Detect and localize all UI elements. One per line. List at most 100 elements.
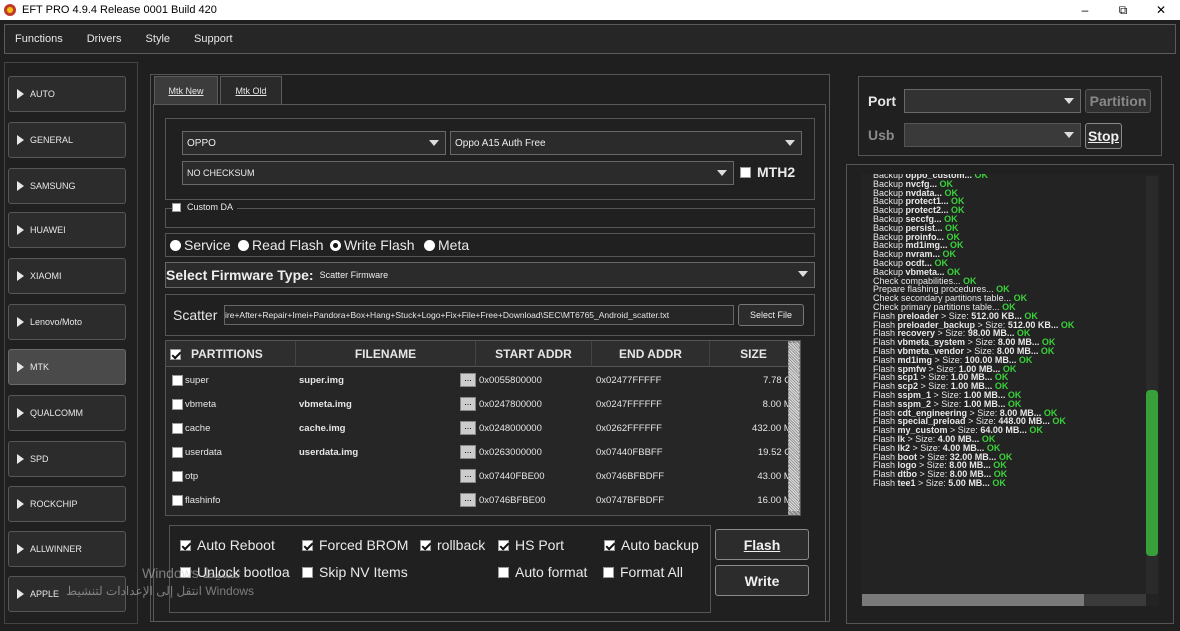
header-filename[interactable]: FILENAME <box>296 341 476 367</box>
mode-service-radio[interactable]: Service <box>170 237 231 253</box>
partition-cell[interactable]: flashinfo <box>172 488 220 512</box>
sidebar-item-xiaomi[interactable]: XIAOMI <box>8 258 126 294</box>
filename-cell: vbmeta.img <box>299 398 352 410</box>
chevron-down-icon <box>792 263 814 285</box>
table-row[interactable]: otp... 0x07440FBE00 0x0746BFBDFF 43.00 MB <box>166 464 800 488</box>
header-end-addr[interactable]: END ADDR <box>592 341 710 367</box>
select-file-button[interactable]: Select File <box>738 304 804 326</box>
start-addr-value: 0x0055800000 <box>479 374 542 386</box>
forced-brom-checkbox[interactable]: Forced BROM <box>302 537 408 553</box>
maximize-button[interactable]: ⧉ <box>1104 0 1142 20</box>
brand-value: OPPO <box>187 137 216 149</box>
checkbox-icon <box>172 202 181 212</box>
tab-mtk-old[interactable]: Mtk Old <box>220 76 282 104</box>
sidebar-item-lenovo-moto[interactable]: Lenovo/Moto <box>8 304 126 340</box>
partition-cell[interactable]: userdata <box>172 440 222 464</box>
sidebar-item-huawei[interactable]: HUAWEI <box>8 212 126 248</box>
checkbox-icon <box>603 566 614 578</box>
row-checkbox[interactable] <box>172 398 183 410</box>
auto-format-checkbox[interactable]: Auto format <box>498 564 587 580</box>
play-icon <box>17 317 24 327</box>
row-checkbox[interactable] <box>172 374 183 386</box>
sidebar-item-general[interactable]: GENERAL <box>8 122 126 158</box>
start-addr-cell: ... 0x0055800000 <box>460 368 542 392</box>
table-row[interactable]: super super.img... 0x0055800000 0x02477FFFF… <box>166 368 800 392</box>
table-row[interactable]: cache cache.img... 0x0248000000 0x0262FFFFF… <box>166 416 800 440</box>
partitions-table: PARTITIONS FILENAME START ADDR END ADDR … <box>165 340 801 516</box>
format-all-checkbox[interactable]: Format All <box>603 564 683 580</box>
row-checkbox[interactable] <box>172 422 183 434</box>
write-button[interactable]: Write <box>715 565 809 596</box>
mode-meta-radio[interactable]: Meta <box>424 237 469 253</box>
start-addr-value: 0x07440FBE00 <box>479 470 545 482</box>
browse-file-button[interactable]: ... <box>460 397 476 411</box>
browse-file-button[interactable]: ... <box>460 373 476 387</box>
menu-style[interactable]: Style <box>146 33 170 45</box>
sidebar-item-spd[interactable]: SPD <box>8 441 126 477</box>
row-checkbox[interactable] <box>172 446 183 458</box>
auto-reboot-checkbox[interactable]: Auto Reboot <box>180 537 275 553</box>
table-row[interactable]: flashinfo... 0x0746BFBE00 0x0747BFBDFF 16.0… <box>166 488 800 512</box>
sidebar-item-qualcomm[interactable]: QUALCOMM <box>8 395 126 431</box>
table-scrollbar[interactable] <box>788 341 800 515</box>
browse-file-button[interactable]: ... <box>460 421 476 435</box>
partition-cell[interactable]: otp <box>172 464 198 488</box>
header-partitions[interactable]: PARTITIONS <box>166 341 296 367</box>
scatter-label: Scatter <box>173 307 218 323</box>
browse-file-button[interactable]: ... <box>460 445 476 459</box>
log-line: Flash tee1 > Size: 5.00 MB... OK <box>873 477 1006 488</box>
scrollbar-thumb[interactable] <box>789 343 799 511</box>
port-select[interactable] <box>904 89 1081 113</box>
skip-nv-checkbox[interactable]: Skip NV Items <box>302 564 408 580</box>
sidebar-item-label: XIAOMI <box>30 271 62 281</box>
header-start-addr[interactable]: START ADDR <box>476 341 592 367</box>
table-row[interactable]: userdata userdata.img... 0x0263000000 0x074… <box>166 440 800 464</box>
firmware-type-select[interactable]: Select Firmware Type: Scatter Firmware <box>165 262 815 288</box>
close-button[interactable]: ✕ <box>1142 0 1180 20</box>
model-select[interactable]: Oppo A15 Auth Free <box>450 131 802 155</box>
row-checkbox[interactable] <box>172 494 183 506</box>
sidebar-item-allwinner[interactable]: ALLWINNER <box>8 531 126 567</box>
scatter-path-field[interactable]: ire+After+Repair+Imei+Pandora+Box+Hang+S… <box>224 305 734 325</box>
brand-select[interactable]: OPPO <box>182 131 446 155</box>
partition-cell[interactable]: vbmeta <box>172 392 216 416</box>
flash-button[interactable]: Flash <box>715 529 809 560</box>
table-row[interactable]: vbmeta vbmeta.img... 0x0247800000 0x0247FFF… <box>166 392 800 416</box>
browse-file-button[interactable]: ... <box>460 493 476 507</box>
tab-mtk-new[interactable]: Mtk New <box>154 76 218 104</box>
partition-name: vbmeta <box>185 398 217 410</box>
log-progress-fill <box>862 594 1084 606</box>
row-checkbox[interactable] <box>172 470 183 482</box>
end-addr-cell: 0x0262FFFFFF <box>596 422 662 434</box>
start-addr-cell: ... 0x0247800000 <box>460 392 542 416</box>
partition-cell[interactable]: super <box>172 368 209 392</box>
partition-button[interactable]: Partition <box>1085 89 1151 113</box>
sidebar-item-rockchip[interactable]: ROCKCHIP <box>8 486 126 522</box>
log-scrollbar[interactable] <box>1146 176 1158 594</box>
usb-select[interactable] <box>904 123 1081 147</box>
partition-cell[interactable]: cache <box>172 416 210 440</box>
auto-backup-checkbox[interactable]: Auto backup <box>604 537 699 553</box>
header-size[interactable]: SIZE <box>710 341 798 367</box>
menu-drivers[interactable]: Drivers <box>87 33 122 45</box>
stop-button[interactable]: Stop <box>1085 123 1122 149</box>
sidebar-item-auto[interactable]: AUTO <box>8 76 126 112</box>
rollback-checkbox[interactable]: rollback <box>420 537 485 553</box>
sidebar-item-mtk[interactable]: MTK <box>8 349 126 385</box>
custom-da-checkbox[interactable]: Custom DA <box>172 202 238 212</box>
chevron-down-icon <box>1058 90 1080 112</box>
sidebar-item-label: MTK <box>30 362 49 372</box>
mode-write-flash-radio[interactable]: Write Flash <box>330 237 415 253</box>
minimize-button[interactable]: – <box>1066 0 1104 20</box>
hs-port-checkbox[interactable]: HS Port <box>498 537 564 553</box>
browse-file-button[interactable]: ... <box>460 469 476 483</box>
mth2-checkbox[interactable]: MTH2 <box>740 164 795 180</box>
menu-support[interactable]: Support <box>194 33 233 45</box>
sidebar-item-samsung[interactable]: SAMSUNG <box>8 168 126 204</box>
log-scrollbar-thumb[interactable] <box>1146 390 1158 556</box>
select-all-checkbox[interactable] <box>170 348 181 360</box>
menu-functions[interactable]: Functions <box>15 33 63 45</box>
checkbox-icon <box>498 566 509 578</box>
mode-read-flash-radio[interactable]: Read Flash <box>238 237 324 253</box>
checksum-select[interactable]: NO CHECKSUM <box>182 161 734 185</box>
